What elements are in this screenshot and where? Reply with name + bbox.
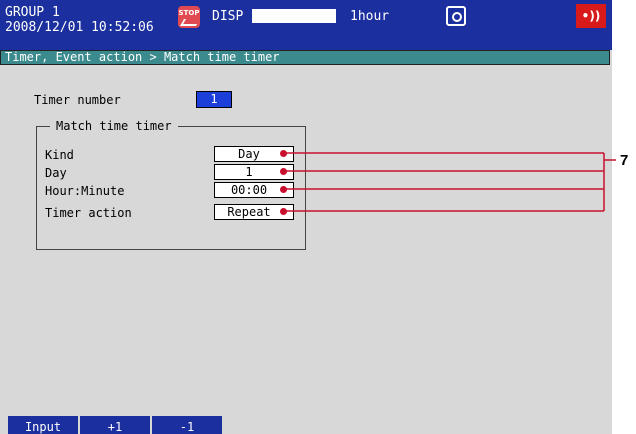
callout-number: 7 — [620, 152, 629, 169]
callout-leader-lines — [284, 152, 616, 212]
